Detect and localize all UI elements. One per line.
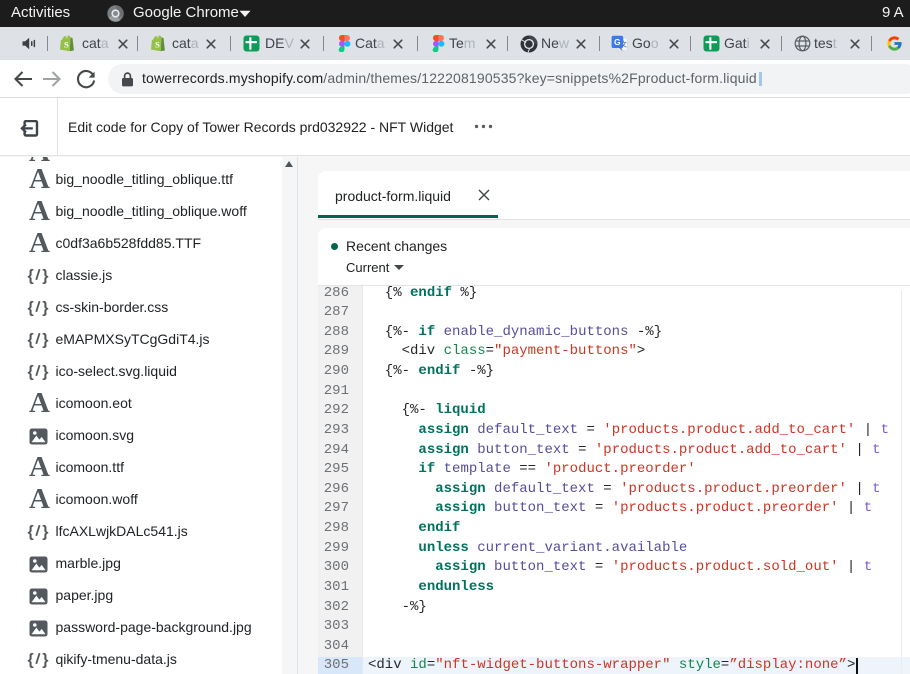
svg-text:{: { bbox=[28, 524, 34, 541]
svg-text:G: G bbox=[614, 37, 621, 47]
svg-text:}: } bbox=[42, 300, 48, 317]
svg-text:{: { bbox=[28, 268, 34, 285]
svg-text:}: } bbox=[42, 268, 48, 285]
svg-text:{: { bbox=[28, 652, 34, 669]
svg-text:S: S bbox=[64, 40, 69, 50]
svg-text:{: { bbox=[28, 332, 34, 349]
svg-text:}: } bbox=[42, 332, 48, 349]
svg-text:}: } bbox=[42, 364, 48, 381]
svg-text:{: { bbox=[28, 364, 34, 381]
svg-text:}: } bbox=[42, 524, 48, 541]
svg-text:}: } bbox=[42, 652, 48, 669]
svg-text:S: S bbox=[155, 40, 160, 50]
svg-text:{: { bbox=[28, 300, 34, 317]
